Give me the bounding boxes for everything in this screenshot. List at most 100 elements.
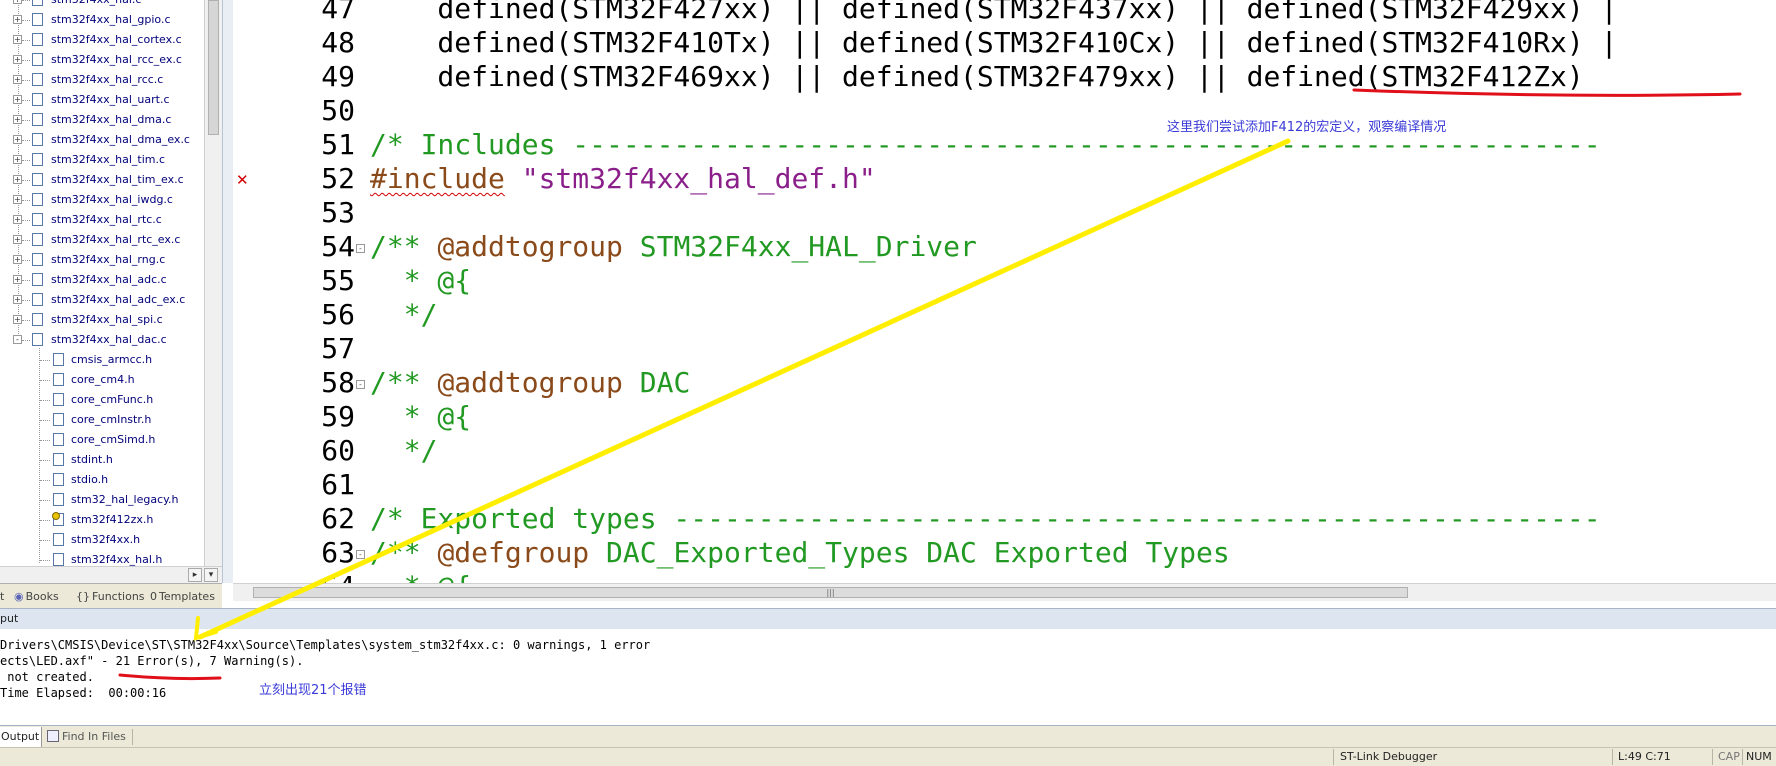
tree-item[interactable]: + stm32f4xx_hal_tim_ex.c (0, 170, 204, 190)
tree-item[interactable]: + stm32f4xx_hal_rng.c (0, 250, 204, 270)
expand-icon[interactable]: + (13, 55, 22, 64)
tree-item[interactable]: + stm32f4xx_hal_rcc_ex.c (0, 50, 204, 70)
tree-child-item[interactable]: core_cmInstr.h (0, 410, 204, 430)
expand-icon[interactable]: + (13, 155, 22, 164)
tab-functions[interactable]: {} Functions (76, 588, 145, 605)
tab-templates[interactable]: 0 Templates (150, 588, 215, 605)
tree-item[interactable]: + stm32f4xx_hal_gpio.c (0, 10, 204, 30)
fold-toggle-icon[interactable]: - (356, 550, 365, 559)
expand-icon[interactable]: + (13, 215, 22, 224)
code-line[interactable]: * @{ (370, 400, 471, 434)
code-line[interactable]: */ (370, 298, 438, 332)
tree-horizontal-scrollbar[interactable]: ▸ ▾ (0, 566, 222, 584)
expand-icon[interactable]: + (13, 95, 22, 104)
tree-item[interactable]: + stm32f4xx_hal_cortex.c (0, 30, 204, 50)
expand-icon[interactable]: + (13, 275, 22, 284)
tree-child-item[interactable]: stdio.h (0, 470, 204, 490)
code-line[interactable]: defined(STM32F469xx) || defined(STM32F47… (370, 60, 1583, 94)
code-line[interactable]: defined(STM32F427xx) || defined(STM32F43… (370, 0, 1617, 26)
expand-icon[interactable]: + (13, 15, 22, 24)
header-file-icon (53, 453, 64, 466)
tree-item[interactable]: - stm32f4xx_hal_dac.c (0, 330, 204, 350)
tree-child-item[interactable]: core_cmFunc.h (0, 390, 204, 410)
scroll-right-icon[interactable]: ▸ (188, 568, 202, 582)
tree-child-item[interactable]: cmsis_armcc.h (0, 350, 204, 370)
scroll-down-icon[interactable]: ▾ (204, 568, 218, 582)
tree-item[interactable]: + stm32f4xx_hal_dma.c (0, 110, 204, 130)
expand-icon[interactable]: + (13, 75, 22, 84)
tree-item-label: stm32f4xx_hal_gpio.c (51, 13, 171, 26)
expand-icon[interactable]: + (13, 295, 22, 304)
tree-item[interactable]: + stm32f4xx_hal_tim.c (0, 150, 204, 170)
line-number: 54 (321, 230, 355, 263)
tree-item[interactable]: + stm32f4xx_hal_adc.c (0, 270, 204, 290)
tree-item[interactable]: + stm32f4xx_hal_rtc.c (0, 210, 204, 230)
expand-icon[interactable]: + (13, 235, 22, 244)
tree-child-item[interactable]: stm32_hal_legacy.h (0, 490, 204, 510)
expand-icon[interactable]: + (13, 175, 22, 184)
tree-item[interactable]: + stm32f4xx_hal_adc_ex.c (0, 290, 204, 310)
expand-icon[interactable]: + (13, 35, 22, 44)
tree-item-label: stm32f4xx_hal_rtc_ex.c (51, 233, 181, 246)
tree-item[interactable]: + stm32f4xx_hal_rtc_ex.c (0, 230, 204, 250)
editor-scroll-thumb[interactable]: ||| (253, 587, 1408, 598)
tree-child-item[interactable]: core_cm4.h (0, 370, 204, 390)
expand-icon[interactable]: + (13, 135, 22, 144)
tree-scroll-thumb[interactable] (208, 0, 219, 135)
code-line[interactable]: * @{ (370, 264, 471, 298)
tab-books[interactable]: ◉ Books (14, 588, 59, 605)
tab-output[interactable]: Output (0, 727, 42, 747)
tree-item[interactable]: + stm32f4xx_hal_spi.c (0, 310, 204, 330)
tree-item[interactable]: + stm32f4xx_hal.c (0, 0, 204, 10)
expand-icon[interactable]: + (13, 255, 22, 264)
code-line[interactable]: /* Exported types ----------------------… (370, 502, 1601, 536)
tree-child-item[interactable]: core_cmSimd.h (0, 430, 204, 450)
line-number: 59 (321, 400, 355, 433)
code-editor[interactable]: defined(STM32F427xx) || defined(STM32F43… (365, 0, 1776, 583)
code-line[interactable]: /** @addtogroup STM32F4xx_HAL_Driver (370, 230, 977, 264)
expand-icon[interactable]: + (13, 195, 22, 204)
code-line[interactable]: /** @defgroup DAC_Exported_Types DAC Exp… (370, 536, 1230, 570)
tree-item-label: stm32f4xx_hal_cortex.c (51, 33, 182, 46)
expand-icon[interactable]: + (13, 315, 22, 324)
code-line[interactable]: /** @addtogroup DAC (370, 366, 690, 400)
tree-item[interactable]: + stm32f4xx_hal_uart.c (0, 90, 204, 110)
fold-toggle-icon[interactable]: - (356, 244, 365, 253)
expand-icon[interactable]: + (13, 115, 22, 124)
source-file-icon (32, 93, 43, 106)
tree-item-label: stm32f4xx_hal_dma.c (51, 113, 172, 126)
tree-item[interactable]: + stm32f4xx_hal_rcc.c (0, 70, 204, 90)
expand-icon[interactable]: + (13, 0, 22, 4)
tree-connector-line (22, 140, 30, 141)
tab-project[interactable]: t (0, 588, 4, 605)
source-file-icon (32, 53, 43, 66)
code-line[interactable]: #include "stm32f4xx_hal_def.h" (370, 162, 876, 196)
source-file-icon (32, 173, 43, 186)
tree-connector-line (40, 380, 50, 381)
tree-connector-line (22, 160, 30, 161)
collapse-icon[interactable]: - (13, 335, 22, 344)
tree-item[interactable]: + stm32f4xx_hal_dma_ex.c (0, 130, 204, 150)
error-marker-icon: ✕ (236, 171, 249, 189)
code-token: @addtogroup (437, 230, 623, 263)
code-line[interactable]: */ (370, 434, 438, 468)
fold-toggle-icon[interactable]: - (356, 380, 365, 389)
output-tabs: Output Find In Files (0, 725, 1776, 748)
tree-child-item[interactable]: stm32f412zx.h (0, 510, 204, 530)
code-line[interactable]: defined(STM32F410Tx) || defined(STM32F41… (370, 26, 1617, 60)
tab-find-in-files[interactable]: Find In Files (47, 727, 126, 747)
build-output[interactable]: Drivers\CMSIS\Device\ST\STM32F4xx\Source… (0, 629, 1776, 725)
tree-child-item[interactable]: stm32f4xx.h (0, 530, 204, 550)
tree-item-label: stm32f4xx_hal_rng.c (51, 253, 166, 266)
tree-connector-line (22, 120, 30, 121)
source-file-icon (32, 233, 43, 246)
tree-item[interactable]: + stm32f4xx_hal_iwdg.c (0, 190, 204, 210)
output-title-text: put (0, 612, 19, 625)
code-line[interactable]: * @{ (370, 570, 471, 583)
tree-child-item[interactable]: stdint.h (0, 450, 204, 470)
tree-item-label: stm32f4xx_hal_tim_ex.c (51, 173, 184, 186)
tree-vertical-scrollbar[interactable] (204, 0, 222, 566)
code-token: * @{ (370, 400, 472, 433)
output-line: not created. (0, 670, 94, 684)
editor-horizontal-scrollbar[interactable]: ||| (233, 583, 1776, 601)
